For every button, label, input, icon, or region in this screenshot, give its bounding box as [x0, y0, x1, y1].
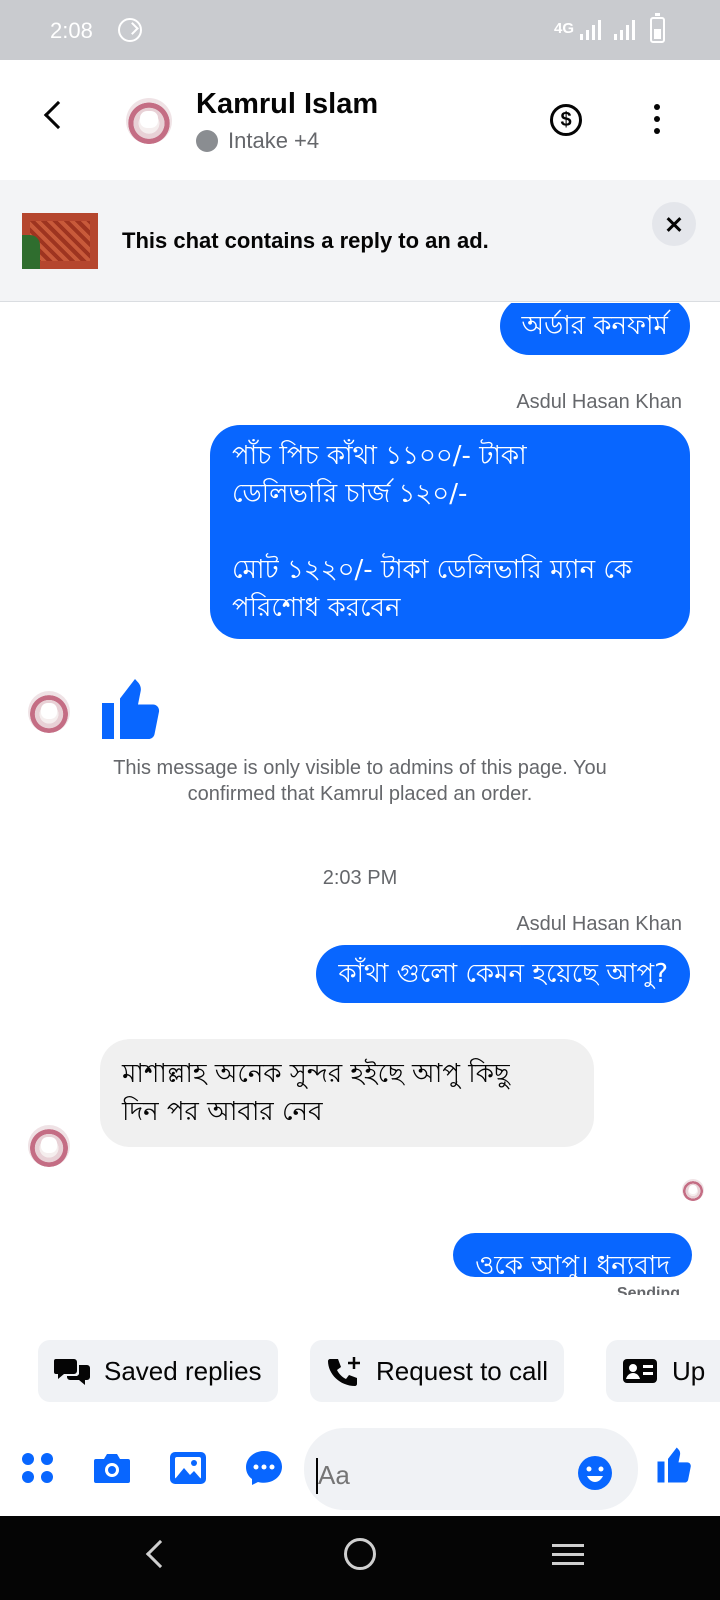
status-time: 2:08: [50, 18, 93, 43]
ad-thumbnail: [22, 213, 98, 269]
more-icon[interactable]: [654, 104, 660, 134]
saved-replies-label: Saved replies: [104, 1355, 262, 1386]
message-composer: [0, 1420, 720, 1516]
nav-recent-icon[interactable]: [552, 1544, 584, 1566]
message-bubble-outgoing[interactable]: অর্ডার কনফার্ম: [499, 303, 690, 355]
contact-status-label: Intake +4: [228, 128, 320, 153]
admin-visibility-note: This message is only visible to admins o…: [113, 757, 607, 805]
read-receipt-avatar: [682, 1179, 704, 1201]
update-label: Up: [672, 1355, 706, 1386]
camera-icon[interactable]: [92, 1448, 132, 1488]
message-bubble-outgoing[interactable]: কাঁথা গুলো কেমন হয়েছে আপু?: [316, 945, 690, 1003]
signal-icon: [580, 20, 604, 40]
ad-banner-text: This chat contains a reply to an ad.: [122, 228, 489, 253]
phone-plus-icon: [328, 1357, 360, 1386]
status-dot-icon: [196, 130, 218, 152]
apps-icon[interactable]: [18, 1448, 58, 1488]
chat-header: Kamrul Islam Intake +4 $: [0, 60, 720, 180]
dnd-icon: [118, 18, 142, 42]
saved-replies-button[interactable]: Saved replies: [38, 1340, 278, 1402]
battery-icon: [650, 13, 665, 43]
message-bubble-incoming[interactable]: মাশাল্লাহ অনেক সুন্দর হইছে আপু কিছু দিন …: [100, 1039, 594, 1147]
gallery-icon[interactable]: [168, 1448, 208, 1488]
nav-back-icon[interactable]: [145, 1539, 175, 1569]
status-bar: 2:08 4G: [0, 0, 720, 60]
avatar[interactable]: [126, 98, 172, 144]
quick-replies-bar[interactable]: Saved replies Request to call Up: [0, 1340, 720, 1402]
nav-home-icon[interactable]: [344, 1538, 376, 1570]
saved-replies-icon: [54, 1359, 90, 1385]
thumbs-up-icon[interactable]: [654, 1444, 696, 1486]
sender-label: Asdul Hasan Khan: [516, 391, 682, 413]
back-icon[interactable]: [43, 100, 73, 130]
contact-name[interactable]: Kamrul Islam: [196, 88, 378, 121]
contact-status[interactable]: Intake +4: [196, 128, 319, 154]
sending-status: Sending: [616, 1285, 680, 1295]
message-list[interactable]: অর্ডার কনফার্ম Asdul Hasan Khan পাঁচ পিচ…: [0, 303, 720, 1303]
update-button[interactable]: Up: [606, 1340, 720, 1402]
avatar[interactable]: [28, 1125, 70, 1167]
close-icon[interactable]: [652, 202, 696, 246]
chat-bubble-icon[interactable]: [244, 1448, 284, 1488]
network-type: 4G: [554, 20, 575, 37]
thumbs-up-icon[interactable]: [96, 673, 168, 745]
sender-label: Asdul Hasan Khan: [516, 913, 682, 935]
message-input-container[interactable]: [304, 1428, 638, 1510]
message-input[interactable]: [318, 1460, 538, 1491]
avatar[interactable]: [28, 691, 70, 733]
ad-reply-banner[interactable]: This chat contains a reply to an ad.: [0, 180, 720, 302]
message-timestamp: 2:03 PM: [322, 867, 398, 889]
contact-card-icon: [623, 1359, 657, 1383]
message-bubble-outgoing[interactable]: ওকে আপু। ধন্যবাদ: [453, 1233, 692, 1277]
emoji-icon[interactable]: [576, 1454, 614, 1492]
dollar-icon[interactable]: $: [550, 104, 582, 136]
request-to-call-label: Request to call: [376, 1355, 548, 1386]
signal-icon: [614, 20, 638, 40]
system-nav-bar: [0, 1516, 720, 1600]
request-to-call-button[interactable]: Request to call: [310, 1340, 564, 1402]
message-bubble-outgoing[interactable]: পাঁচ পিচ কাঁথা ১১০০/- টাকা ডেলিভারি চার্…: [210, 425, 690, 639]
